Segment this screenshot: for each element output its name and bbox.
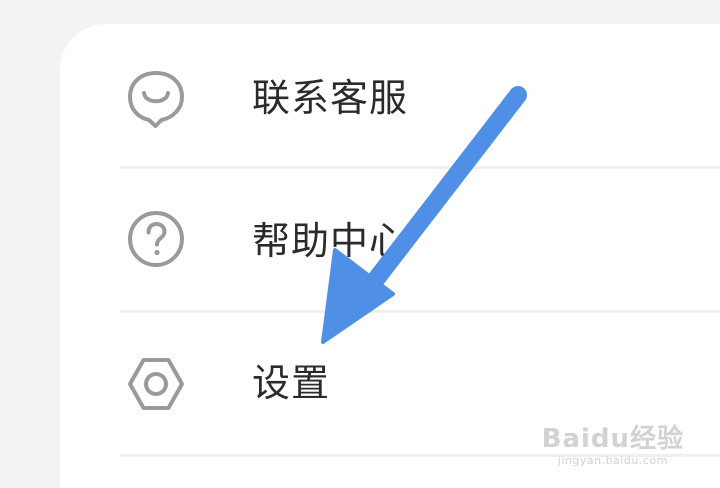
help-circle-icon [124, 207, 188, 271]
menu-item-help-center[interactable]: 帮助中心 [60, 169, 720, 311]
menu-card: 联系客服 帮助中心 设置 [60, 24, 720, 488]
customer-service-icon [124, 66, 188, 130]
menu-item-label: 联系客服 [252, 76, 409, 120]
menu-item-label: 设置 [252, 361, 331, 405]
watermark-url: jingyan.baidu.com [557, 454, 668, 467]
menu-item-customer-service[interactable]: 联系客服 [60, 24, 720, 166]
baidu-jingyan-watermark: Baidu经验 jingyan.baidu.com [542, 424, 684, 468]
menu-item-label: 帮助中心 [252, 219, 409, 263]
watermark-brand: Baidu经验 [541, 424, 684, 454]
settings-icon [124, 352, 188, 416]
